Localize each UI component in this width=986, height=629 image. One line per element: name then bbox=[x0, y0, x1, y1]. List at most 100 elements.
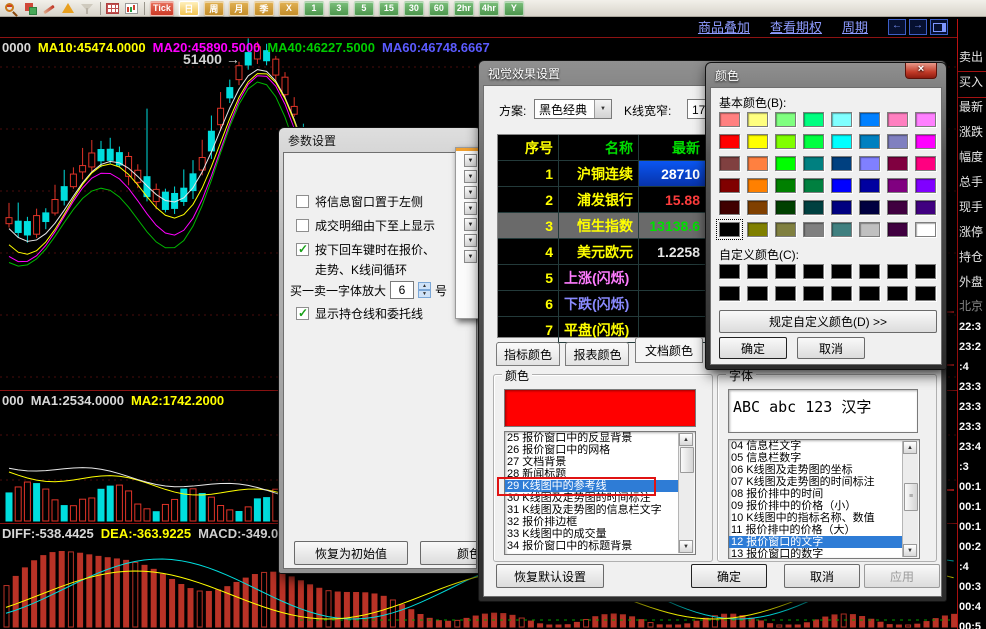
custom-color-swatch[interactable] bbox=[719, 286, 740, 301]
basic-color-swatch[interactable] bbox=[747, 134, 768, 149]
custom-color-swatch[interactable] bbox=[915, 264, 936, 279]
tab-report-colors[interactable]: 报表颜色 bbox=[565, 342, 629, 366]
font-list-item[interactable]: 04 信息栏文字 bbox=[729, 440, 903, 452]
cancel-button[interactable]: 取消 bbox=[784, 564, 860, 588]
color-list-item[interactable]: 32 报价排边框 bbox=[505, 516, 679, 528]
font-list-item[interactable]: 12 报价窗口的文字 bbox=[729, 536, 903, 548]
checkbox-detail-bottomup[interactable] bbox=[296, 219, 309, 232]
alert-bell-icon[interactable] bbox=[62, 2, 76, 15]
basic-color-swatch[interactable] bbox=[915, 200, 936, 215]
dropdown-arrow-icon[interactable]: ▼ bbox=[464, 186, 477, 199]
basic-color-swatch[interactable] bbox=[775, 178, 796, 193]
basic-color-swatch[interactable] bbox=[747, 156, 768, 171]
apply-button[interactable]: 应用 bbox=[864, 564, 940, 588]
custom-color-swatch[interactable] bbox=[887, 286, 908, 301]
basic-color-swatch[interactable] bbox=[859, 178, 880, 193]
color-list-item[interactable]: 33 K线图中的成交量 bbox=[505, 528, 679, 540]
ok-button[interactable]: 确定 bbox=[719, 337, 787, 359]
basic-color-swatch[interactable] bbox=[887, 156, 908, 171]
basic-color-swatch[interactable] bbox=[887, 112, 908, 127]
color-list-item[interactable]: 34 报价窗口中的标题背景 bbox=[505, 540, 679, 552]
font-zoom-input[interactable]: 6 bbox=[390, 281, 414, 299]
basic-color-swatch[interactable] bbox=[719, 112, 740, 127]
scroll-up-icon[interactable]: ▲ bbox=[903, 441, 917, 454]
period-week-button[interactable]: 周 bbox=[204, 1, 224, 16]
custom-color-swatch[interactable] bbox=[803, 286, 824, 301]
period-4hr-button[interactable]: 4hr bbox=[479, 1, 499, 16]
dropdown-arrow-icon[interactable]: ▼ bbox=[464, 234, 477, 247]
basic-color-swatch[interactable] bbox=[915, 178, 936, 193]
font-list-item[interactable]: 06 K线图及走势图的坐标 bbox=[729, 464, 903, 476]
basic-color-swatch[interactable] bbox=[887, 222, 908, 237]
copy-blocks-icon[interactable] bbox=[24, 2, 38, 15]
basic-color-swatch[interactable] bbox=[803, 156, 824, 171]
basic-color-swatch[interactable] bbox=[831, 178, 852, 193]
basic-color-swatch[interactable] bbox=[747, 112, 768, 127]
restore-initial-button[interactable]: 恢复为初始值 bbox=[294, 541, 408, 565]
dropdown-arrow-icon[interactable]: ▼ bbox=[464, 250, 477, 263]
basic-color-swatch[interactable] bbox=[887, 134, 908, 149]
basic-color-swatch[interactable] bbox=[859, 222, 880, 237]
split-view-icon[interactable] bbox=[930, 19, 948, 35]
basic-color-swatch[interactable] bbox=[775, 156, 796, 171]
zoom-out-icon[interactable] bbox=[5, 2, 19, 15]
font-list-item[interactable]: 05 信息栏数字 bbox=[729, 452, 903, 464]
basic-color-swatch[interactable] bbox=[803, 178, 824, 193]
scroll-down-icon[interactable]: ▼ bbox=[903, 544, 917, 557]
filter-funnel-icon[interactable] bbox=[81, 2, 95, 15]
dropdown-arrow-icon[interactable]: ▼ bbox=[464, 170, 477, 183]
basic-color-swatch[interactable] bbox=[775, 134, 796, 149]
dropdown-arrow-icon[interactable]: ▼ bbox=[464, 154, 477, 167]
close-icon[interactable]: × bbox=[905, 63, 937, 79]
scroll-up-icon[interactable]: ▲ bbox=[679, 433, 693, 446]
period-month-button[interactable]: 月 bbox=[229, 1, 249, 16]
period-custom-button[interactable]: X bbox=[279, 1, 299, 16]
chart-icon[interactable] bbox=[125, 2, 139, 15]
basic-color-swatch[interactable] bbox=[859, 134, 880, 149]
period-60min-button[interactable]: 60 bbox=[429, 1, 449, 16]
scrollbar[interactable]: ▲ ≡ ▼ bbox=[902, 441, 918, 557]
period-year-button[interactable]: Y bbox=[504, 1, 524, 16]
tab-document-colors[interactable]: 文档颜色 bbox=[635, 337, 703, 363]
basic-color-swatch[interactable] bbox=[915, 222, 936, 237]
basic-color-swatch[interactable] bbox=[803, 134, 824, 149]
scheme-select[interactable]: 黑色经典 ▼ bbox=[534, 99, 612, 119]
back-arrow-icon[interactable]: ← bbox=[888, 19, 906, 35]
scroll-thumb[interactable]: ≡ bbox=[904, 483, 918, 511]
basic-color-swatch[interactable] bbox=[831, 112, 852, 127]
custom-color-swatch[interactable] bbox=[775, 286, 796, 301]
basic-color-swatch[interactable] bbox=[831, 156, 852, 171]
selected-color-swatch[interactable] bbox=[504, 389, 696, 427]
font-list-item[interactable]: 08 报价排中的时间 bbox=[729, 488, 903, 500]
quote-table-icon[interactable] bbox=[106, 2, 120, 15]
custom-color-swatch[interactable] bbox=[887, 264, 908, 279]
basic-color-swatch[interactable] bbox=[915, 156, 936, 171]
basic-color-swatch[interactable] bbox=[887, 178, 908, 193]
commodity-overlay-link[interactable]: 商品叠加 bbox=[698, 17, 750, 36]
param-dialog-titlebar[interactable]: 参数设置 bbox=[279, 128, 481, 152]
scroll-thumb[interactable] bbox=[680, 447, 694, 473]
font-list-item[interactable]: 07 K线图及走势图的时间标注 bbox=[729, 476, 903, 488]
basic-color-swatch[interactable] bbox=[831, 200, 852, 215]
period-quarter-button[interactable]: 季 bbox=[254, 1, 274, 16]
font-list-item[interactable]: 10 K线图中的指标名称、数值 bbox=[729, 512, 903, 524]
custom-color-swatch[interactable] bbox=[775, 264, 796, 279]
color-dialog-titlebar[interactable]: 颜色 × bbox=[706, 63, 946, 87]
view-options-link[interactable]: 查看期权 bbox=[770, 17, 822, 36]
basic-color-swatch[interactable] bbox=[859, 200, 880, 215]
basic-color-swatch[interactable] bbox=[915, 134, 936, 149]
basic-color-swatch[interactable] bbox=[831, 222, 852, 237]
font-list-item[interactable]: 11 报价排中的价格（大） bbox=[729, 524, 903, 536]
period-link[interactable]: 周期 bbox=[842, 17, 868, 36]
basic-color-swatch[interactable] bbox=[747, 222, 768, 237]
forward-arrow-icon[interactable]: → bbox=[909, 19, 927, 35]
scrollbar[interactable]: ▲ ▼ bbox=[678, 433, 694, 553]
basic-color-swatch[interactable] bbox=[719, 156, 740, 171]
custom-color-swatch[interactable] bbox=[915, 286, 936, 301]
basic-color-swatch[interactable] bbox=[719, 134, 740, 149]
spinner-down-icon[interactable]: ▼ bbox=[418, 290, 431, 298]
custom-color-swatch[interactable] bbox=[719, 264, 740, 279]
period-3min-button[interactable]: 3 bbox=[329, 1, 349, 16]
custom-color-swatch[interactable] bbox=[859, 264, 880, 279]
ok-button[interactable]: 确定 bbox=[691, 564, 767, 588]
